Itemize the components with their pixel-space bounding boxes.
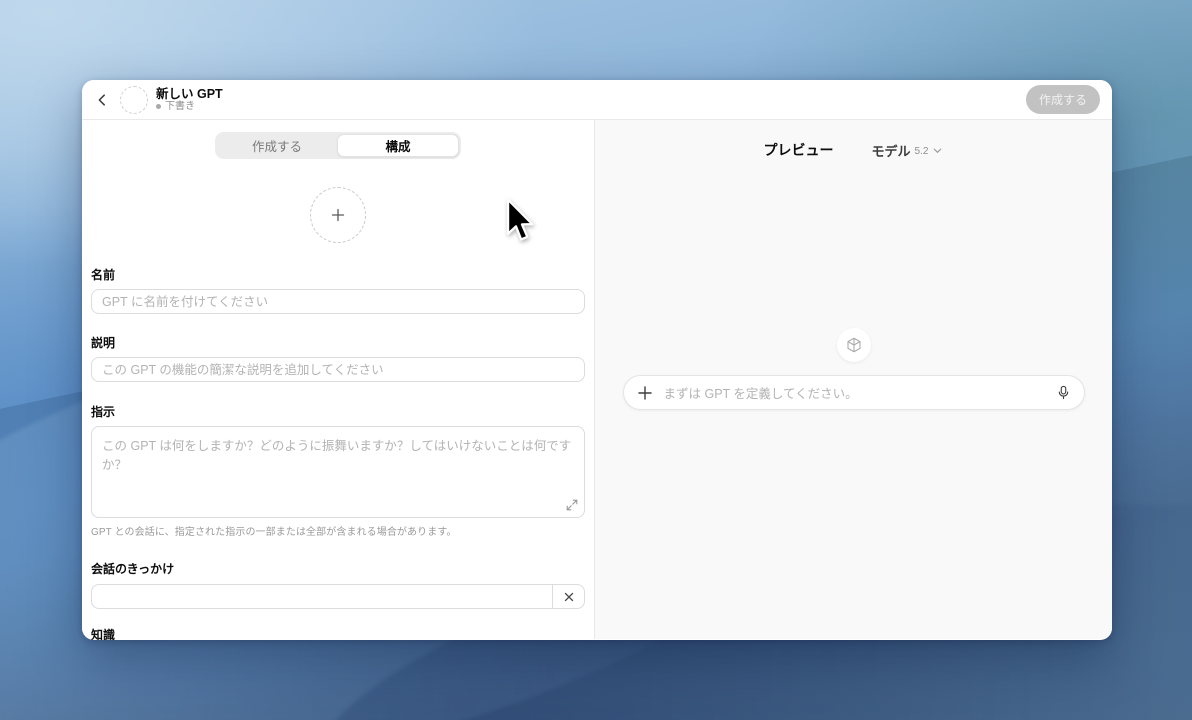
gpt-editor-window: 新しい GPT 下書き 作成する 作成する 構成 名前 説明 指示 [82, 80, 1112, 640]
model-label: モデル [871, 143, 911, 159]
create-button[interactable]: 作成する [1025, 85, 1100, 114]
close-icon [564, 592, 573, 601]
titlebar: 新しい GPT 下書き 作成する [82, 80, 1112, 120]
preview-center: まずは GPT を定義してください。 [595, 328, 1112, 410]
name-input[interactable] [91, 289, 585, 314]
description-input[interactable] [91, 357, 585, 382]
description-label: 説明 [91, 336, 116, 350]
instructions-textarea[interactable] [91, 426, 585, 518]
instructions-wrap [91, 426, 585, 518]
chevron-down-icon [934, 148, 942, 153]
name-label: 名前 [91, 268, 116, 282]
chat-placeholder: まずは GPT を定義してください。 [663, 387, 858, 401]
microphone-icon[interactable] [1056, 385, 1071, 400]
expand-icon[interactable] [566, 499, 578, 511]
conversation-starters-label: 会話のきっかけ [91, 562, 175, 576]
tab-configure[interactable]: 構成 [337, 134, 459, 157]
title-block: 新しい GPT 下書き [156, 87, 223, 113]
attach-plus-icon[interactable] [637, 385, 653, 401]
editor-tabs: 作成する 構成 [215, 132, 461, 159]
status-dot-icon [156, 104, 161, 110]
conversation-starter-input[interactable] [91, 584, 552, 609]
gpt-avatar-placeholder[interactable] [120, 85, 148, 114]
chat-input[interactable]: まずは GPT を定義してください。 [622, 375, 1085, 410]
plus-icon [331, 208, 345, 222]
chevron-left-icon [98, 93, 105, 106]
gpt-cube-badge [836, 328, 871, 362]
model-version: 5.2 [914, 145, 929, 157]
instructions-helper: GPT との会話に、指定された指示の一部または全部が含まれる場合があります。 [91, 527, 457, 538]
conversation-starter-row [91, 584, 585, 609]
knowledge-label: 知識 [91, 628, 116, 640]
instructions-label: 指示 [91, 405, 116, 419]
preview-title: プレビュー [763, 142, 834, 158]
draft-status: 下書き [156, 101, 223, 113]
status-label: 下書き [165, 100, 195, 112]
tab-create[interactable]: 作成する [217, 134, 337, 157]
remove-starter-button[interactable] [552, 584, 585, 609]
preview-panel: プレビュー モデル 5.2 まずは GPT を定義してください。 [595, 120, 1112, 639]
configure-panel: 作成する 構成 名前 説明 指示 GPT との会話に、指定された指示の一部または… [82, 120, 595, 640]
page-title: 新しい GPT [156, 86, 223, 101]
back-button[interactable] [92, 90, 112, 110]
preview-header: プレビュー モデル 5.2 [764, 140, 944, 160]
app-body: 作成する 構成 名前 説明 指示 GPT との会話に、指定された指示の一部または… [82, 120, 1112, 640]
cube-icon [846, 337, 861, 353]
model-selector[interactable]: モデル 5.2 [872, 141, 944, 160]
avatar-upload-button[interactable] [310, 187, 366, 243]
